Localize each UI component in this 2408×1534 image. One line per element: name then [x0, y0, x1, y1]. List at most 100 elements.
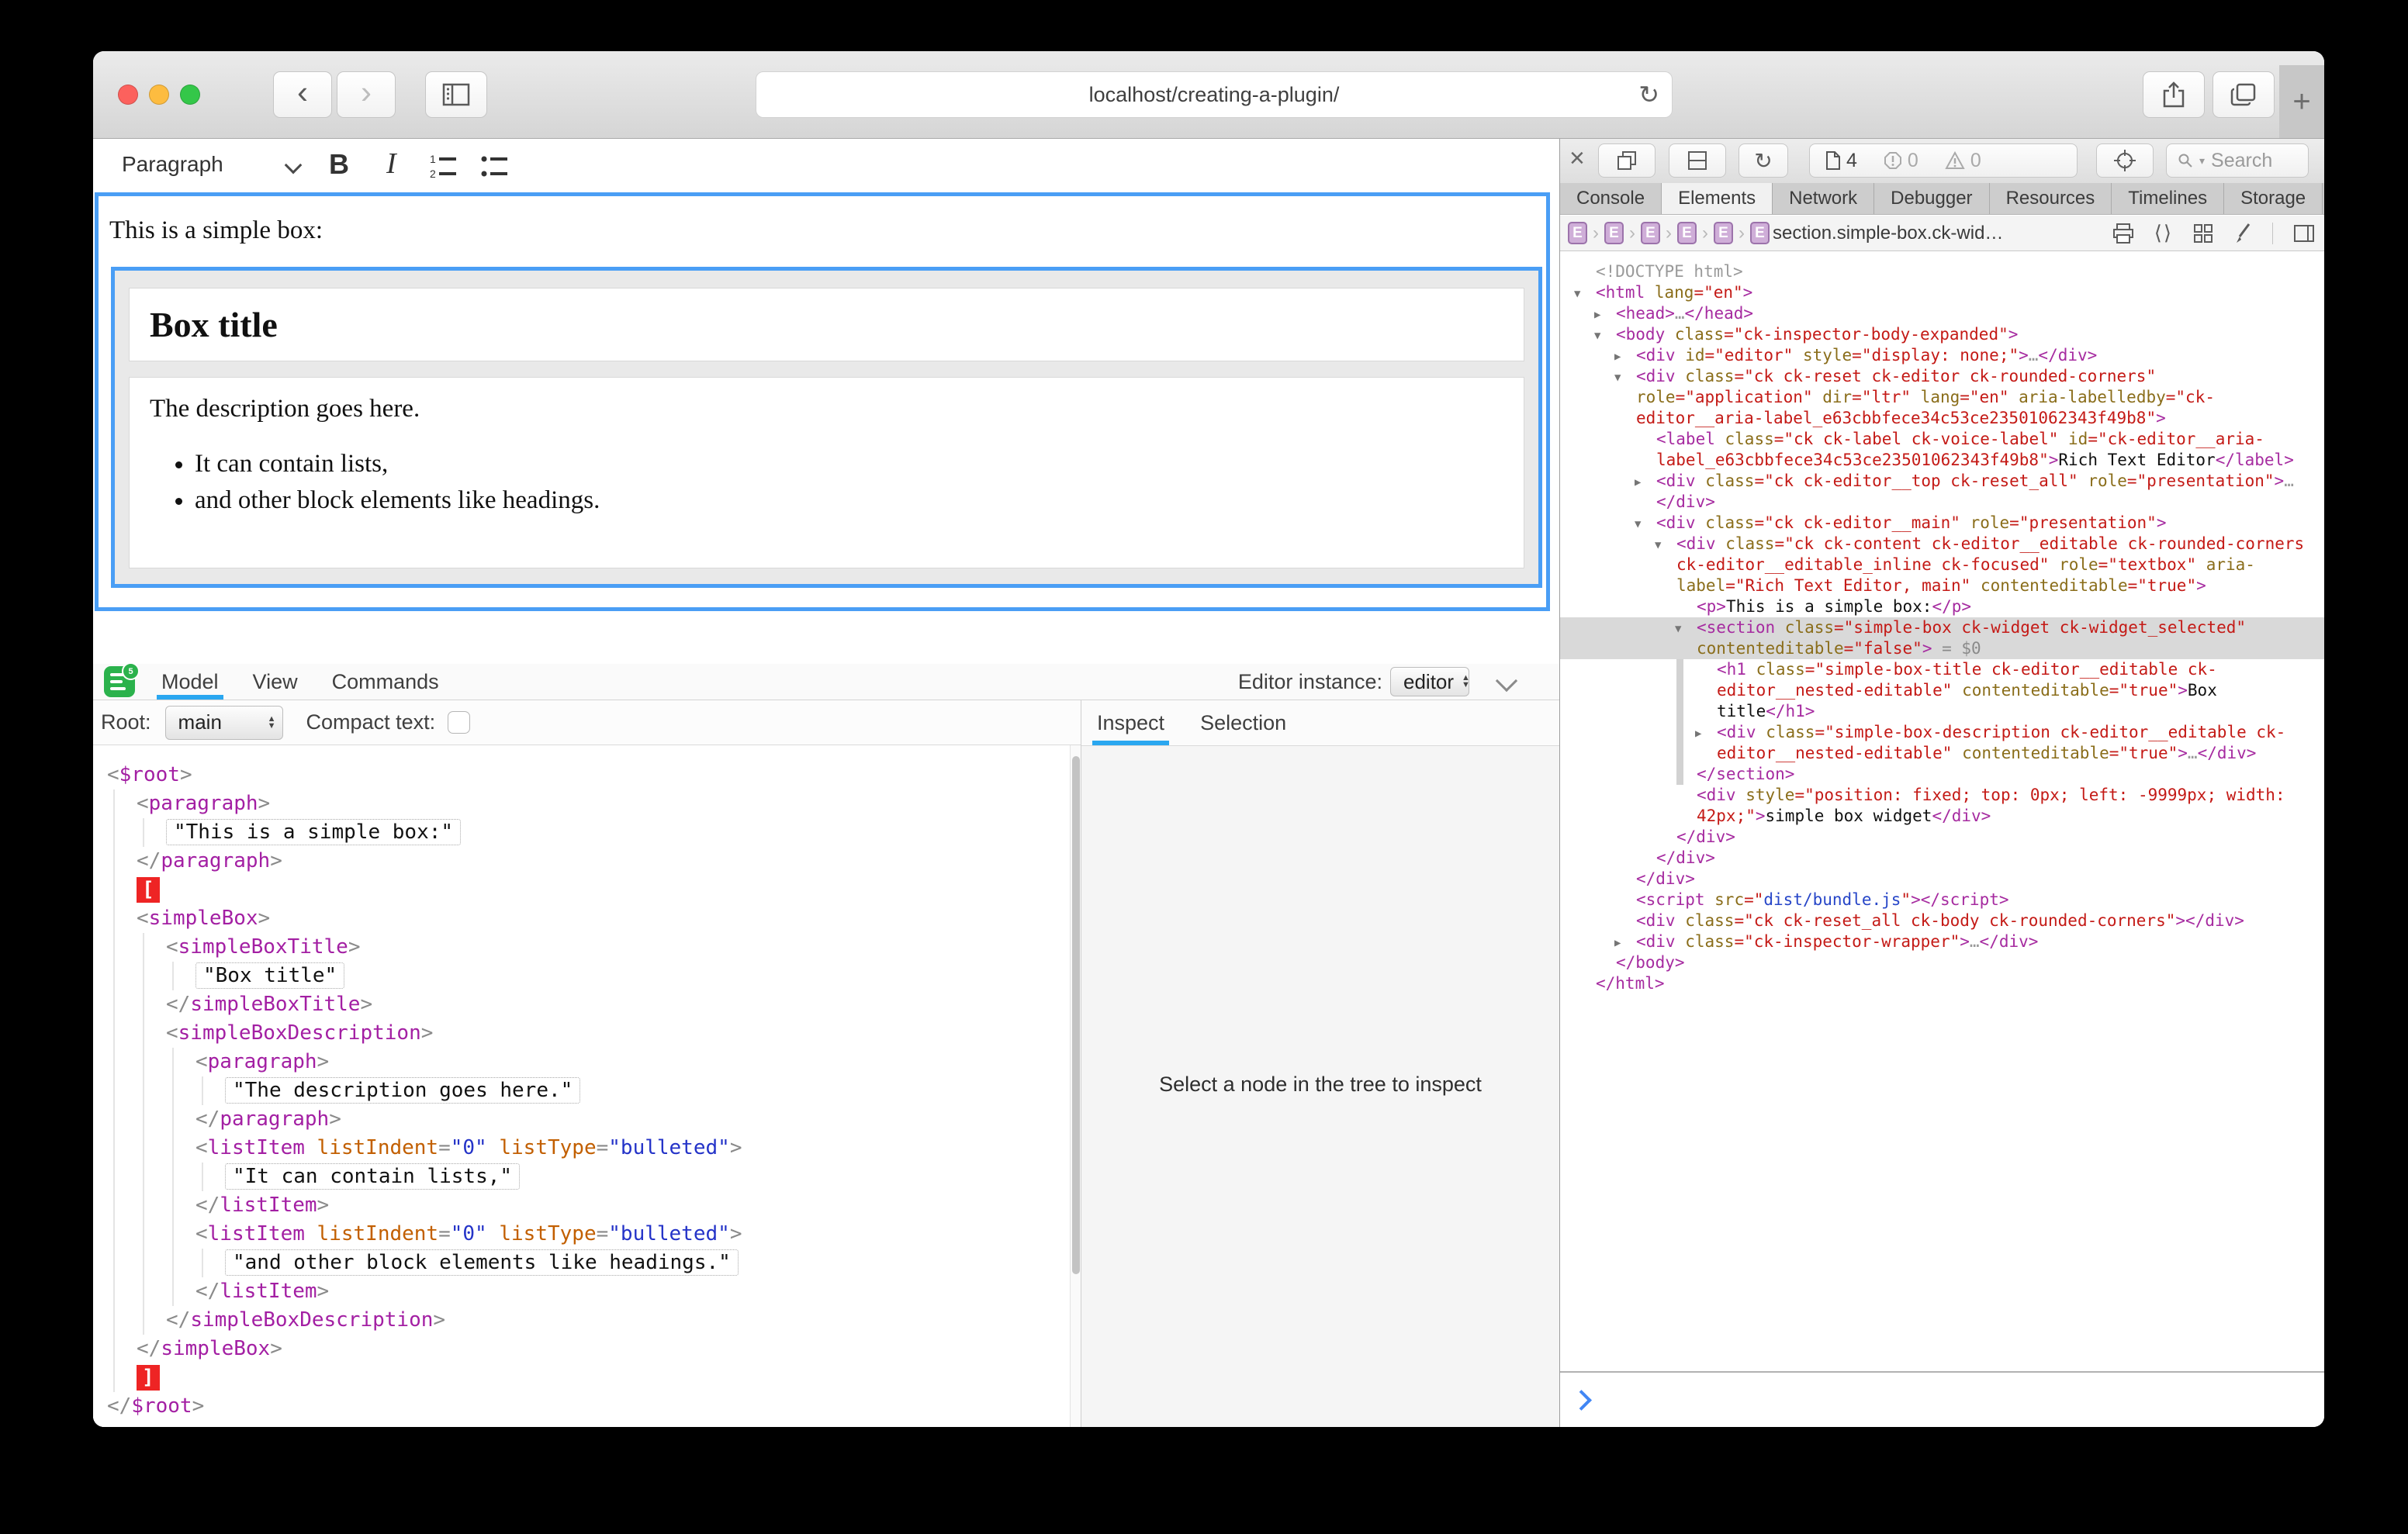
breadcrumb-element-badge[interactable]: E: [1568, 222, 1587, 244]
model-tree-line[interactable]: </simpleBoxDescription>: [93, 1306, 1070, 1335]
simple-box-title-area[interactable]: Box title: [129, 288, 1524, 361]
model-tree-line[interactable]: <$root>: [93, 761, 1070, 789]
bulleted-list-button[interactable]: [479, 151, 510, 181]
disclosure-open-icon[interactable]: ▼: [1675, 619, 1681, 640]
description-list[interactable]: It can contain lists, and other block ele…: [150, 450, 1503, 515]
dom-node[interactable]: ▶<head>…</head>: [1560, 303, 2324, 324]
list-item[interactable]: It can contain lists,: [195, 450, 1503, 479]
model-tree-line[interactable]: </simpleBox>: [93, 1335, 1070, 1363]
resource-status-button[interactable]: 4 0: [1809, 143, 2078, 178]
sidebar-button[interactable]: [425, 71, 487, 118]
model-tree-line[interactable]: "and other block elements like headings.…: [93, 1249, 1070, 1277]
model-tree-line[interactable]: </paragraph>: [93, 1105, 1070, 1134]
model-tree-line[interactable]: <simpleBoxDescription>: [93, 1019, 1070, 1048]
dom-node[interactable]: ▶<div class="ck ck-editor__top ck-reset_…: [1560, 471, 2324, 513]
model-tree-line[interactable]: <simpleBox>: [93, 904, 1070, 933]
dom-node[interactable]: <!DOCTYPE html>: [1560, 261, 2324, 282]
disclosure-closed-icon[interactable]: ▶: [1614, 347, 1621, 368]
disclosure-open-icon[interactable]: ▼: [1594, 326, 1600, 347]
simple-box-widget[interactable]: Box title The description goes here. It …: [111, 267, 1542, 588]
dom-node[interactable]: <script src="dist/bundle.js"></script>: [1560, 890, 2324, 910]
disclosure-open-icon[interactable]: ▼: [1635, 514, 1641, 535]
dom-node[interactable]: </html>: [1560, 973, 2324, 994]
model-tree-line[interactable]: <paragraph>: [93, 1048, 1070, 1076]
dom-node[interactable]: <div style="position: fixed; top: 0px; l…: [1560, 785, 2324, 827]
dom-node[interactable]: ▼<div class="ck ck-reset ck-editor ck-ro…: [1560, 366, 2324, 429]
back-button[interactable]: ‹: [273, 71, 332, 118]
model-tree-line[interactable]: </$root>: [93, 1392, 1070, 1421]
editor-editable-area[interactable]: This is a simple box: Box title The desc…: [95, 192, 1550, 611]
close-devtools-button[interactable]: ×: [1569, 143, 1585, 174]
split-console-button[interactable]: [1669, 143, 1726, 178]
dt-tab-storage[interactable]: Storage: [2224, 183, 2323, 214]
breadcrumb-element-badge[interactable]: E: [1641, 222, 1660, 244]
ins-tab-model[interactable]: Model: [161, 664, 219, 700]
model-tree-line[interactable]: <listItem listIndent="0" listType="bulle…: [93, 1220, 1070, 1249]
dom-node[interactable]: ▼<div class="ck ck-content ck-editor__ed…: [1560, 534, 2324, 596]
breadcrumb-element-badge[interactable]: E: [1750, 222, 1770, 244]
dt-tab-resources[interactable]: Resources: [1990, 183, 2112, 214]
zoom-window-button[interactable]: [180, 85, 200, 105]
model-tree-line[interactable]: <listItem listIndent="0" listType="bulle…: [93, 1134, 1070, 1163]
new-tab-button[interactable]: +: [2279, 65, 2324, 138]
simple-box-description-area[interactable]: The description goes here. It can contai…: [129, 377, 1524, 568]
reload-icon[interactable]: ↻: [1638, 80, 1659, 109]
disclosure-closed-icon[interactable]: ▶: [1695, 724, 1701, 745]
dom-node[interactable]: </section>: [1560, 764, 2324, 785]
close-window-button[interactable]: [118, 85, 138, 105]
dom-node[interactable]: </div>: [1560, 869, 2324, 890]
dom-node[interactable]: ▼<div class="ck ck-editor__main" role="p…: [1560, 513, 2324, 534]
reload-page-button[interactable]: ↻: [1739, 143, 1788, 178]
disclosure-closed-icon[interactable]: ▶: [1635, 472, 1641, 493]
model-tree-line[interactable]: "This is a simple box:": [93, 818, 1070, 847]
editor-instance-select[interactable]: editor ▲▼: [1390, 667, 1469, 696]
numbered-list-button[interactable]: 1 2: [428, 151, 459, 181]
rt-tab-selection[interactable]: Selection: [1200, 700, 1286, 745]
dom-node[interactable]: <h1 class="simple-box-title ck-editor__e…: [1560, 659, 2324, 722]
description-paragraph[interactable]: The description goes here.: [150, 395, 1503, 423]
model-tree-line[interactable]: "The description goes here.": [93, 1076, 1070, 1105]
model-tree-line[interactable]: "Box title": [93, 962, 1070, 990]
compact-text-checkbox[interactable]: [448, 711, 470, 734]
editor-paragraph[interactable]: This is a simple box:: [109, 216, 1546, 245]
element-picker-button[interactable]: [2096, 143, 2154, 178]
collapse-inspector-icon[interactable]: [1496, 670, 1517, 692]
breadcrumb-element-badge[interactable]: E: [1714, 222, 1733, 244]
dom-node[interactable]: ▶<div id="editor" style="display: none;"…: [1560, 345, 2324, 366]
breadcrumb-selector[interactable]: section.simple-box.ck-wid…: [1773, 223, 2003, 244]
dom-node[interactable]: ▶<div class="ck-inspector-wrapper">…</di…: [1560, 931, 2324, 952]
print-icon[interactable]: [2112, 223, 2134, 244]
share-button[interactable]: [2143, 71, 2205, 118]
bold-button[interactable]: B: [329, 148, 349, 181]
model-tree-line[interactable]: [: [93, 876, 1070, 904]
disclosure-closed-icon[interactable]: ▶: [1594, 305, 1600, 326]
tab-overview-button[interactable]: [2213, 71, 2275, 118]
disclosure-open-icon[interactable]: ▼: [1655, 535, 1661, 556]
dom-node[interactable]: <label class="ck ck-label ck-voice-label…: [1560, 429, 2324, 471]
italic-button[interactable]: I: [386, 147, 396, 181]
rt-tab-inspect[interactable]: Inspect: [1097, 700, 1164, 745]
disclosure-open-icon[interactable]: ▼: [1574, 284, 1580, 305]
dt-tab-network[interactable]: Network: [1773, 183, 1874, 214]
code-brackets-icon[interactable]: ⟨⟩: [2154, 221, 2173, 245]
model-tree-line[interactable]: </simpleBoxTitle>: [93, 990, 1070, 1019]
minimize-window-button[interactable]: [149, 85, 169, 105]
dom-node[interactable]: </div>: [1560, 827, 2324, 848]
model-tree-line[interactable]: <paragraph>: [93, 789, 1070, 818]
list-item[interactable]: and other block elements like headings.: [195, 486, 1503, 515]
details-sidebar-icon[interactable]: [2293, 224, 2315, 243]
more-tabs-button[interactable]: »: [2323, 183, 2324, 214]
disclosure-closed-icon[interactable]: ▶: [1614, 933, 1621, 954]
model-tree-line[interactable]: "It can contain lists,": [93, 1163, 1070, 1191]
paragraph-dropdown[interactable]: Paragraph: [122, 152, 223, 177]
dom-node[interactable]: ▼<html lang="en">: [1560, 282, 2324, 303]
breadcrumb-element-badge[interactable]: E: [1604, 222, 1624, 244]
model-tree-scrollbar[interactable]: [1070, 745, 1081, 1427]
model-tree-line[interactable]: </listItem>: [93, 1277, 1070, 1306]
dom-node[interactable]: </body>: [1560, 952, 2324, 973]
model-tree-line[interactable]: </paragraph>: [93, 847, 1070, 876]
styles-brush-icon[interactable]: [2233, 223, 2252, 244]
dom-node[interactable]: <p>This is a simple box:</p>: [1560, 596, 2324, 617]
grid-icon[interactable]: [2193, 223, 2213, 244]
scrollbar-thumb[interactable]: [1072, 756, 1080, 1274]
